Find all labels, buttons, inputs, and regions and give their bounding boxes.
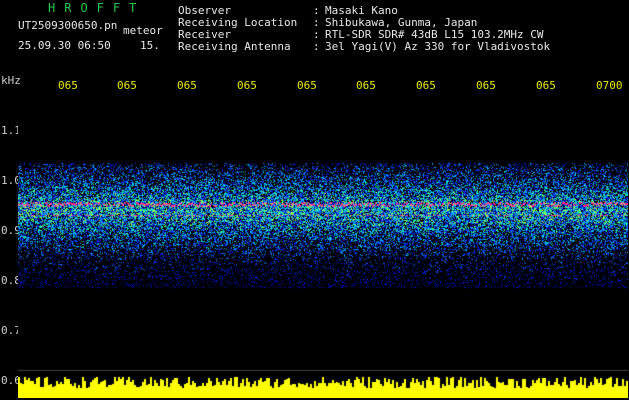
- frequency-unit-label: kHz: [1, 74, 21, 87]
- time-tick: 065: [177, 79, 197, 92]
- station-row-antenna: Receiving Antenna:3el Yagi(V) Az 330 for…: [178, 40, 551, 53]
- time-tick: 065: [58, 79, 78, 92]
- time-tick: 065: [476, 79, 496, 92]
- filename-label: UT2509300650.pn: [18, 19, 118, 32]
- mode-label: meteor: [123, 24, 163, 37]
- time-tick: 0700: [596, 79, 623, 92]
- interval-label: 15.: [140, 39, 160, 52]
- time-tick: 065: [237, 79, 257, 92]
- hrofft-logo: HROFFT: [48, 1, 146, 15]
- station-label: Receiving Antenna: [178, 40, 291, 53]
- time-tick: 065: [416, 79, 436, 92]
- time-tick: 065: [536, 79, 556, 92]
- spectrogram: [18, 98, 628, 398]
- time-tick: 065: [117, 79, 137, 92]
- timestamp-label: 25.09.30 06:50: [18, 39, 111, 52]
- station-value: 3el Yagi(V) Az 330 for Vladivostok: [325, 40, 551, 53]
- time-tick: 065: [356, 79, 376, 92]
- station-info: Observer: Masaki Kano Receiving Location:…: [178, 5, 550, 53]
- time-tick: 065: [297, 79, 317, 92]
